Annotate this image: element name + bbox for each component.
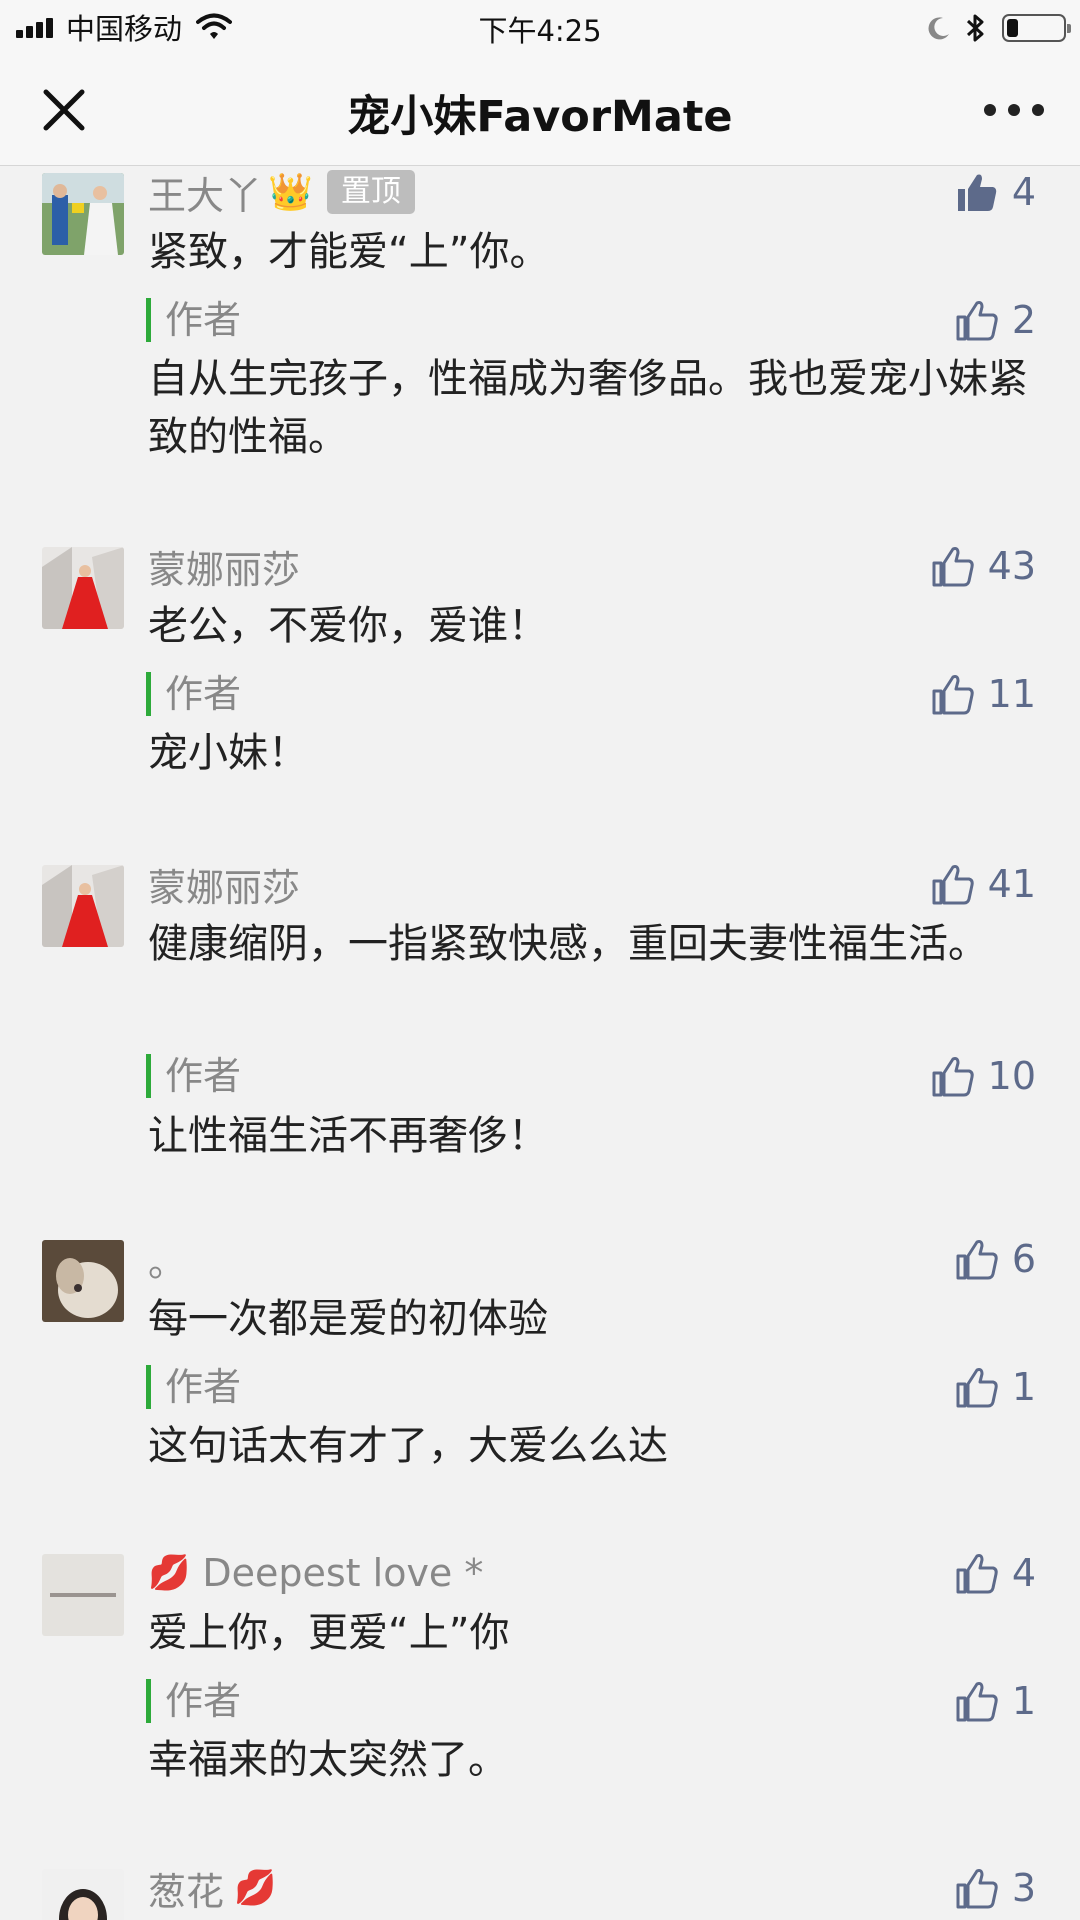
comment-nickname-row: 。 <box>148 1234 187 1285</box>
like-button[interactable]: 4 <box>954 167 1036 217</box>
reply-like-button[interactable]: 1 <box>954 1676 1036 1726</box>
bluetooth-icon <box>966 14 984 42</box>
page-title: 宠小妹FavorMate <box>347 92 733 142</box>
author-reply-label: 作者 <box>146 1365 241 1409</box>
avatar[interactable] <box>42 547 124 629</box>
avatar[interactable] <box>42 1240 124 1322</box>
comment-text: 爱上你，更爱“上”你 <box>148 1610 510 1656</box>
like-button[interactable]: 41 <box>930 859 1036 909</box>
status-right <box>926 10 1071 46</box>
like-button[interactable]: 43 <box>930 541 1036 591</box>
reply-like-count: 1 <box>1011 1679 1036 1723</box>
comment-nickname-row: 💋 Deepest love * <box>148 1548 483 1598</box>
reply-like-count: 1 <box>1011 1365 1036 1409</box>
reply-like-count: 10 <box>987 1054 1036 1098</box>
like-count: 6 <box>1011 1237 1036 1281</box>
moon-icon <box>928 17 949 40</box>
author-reply-label: 作者 <box>146 1679 241 1723</box>
like-count: 4 <box>1011 170 1036 214</box>
like-count: 4 <box>1011 1551 1036 1595</box>
comment-text: 紧致，才能爱“上”你。 <box>148 229 550 275</box>
reply-text: 这句话太有才了，大爱么么达 <box>148 1423 668 1469</box>
reply-like-button[interactable]: 1 <box>954 1362 1036 1412</box>
avatar[interactable] <box>42 865 124 947</box>
comment-nickname: 王大丫 <box>148 173 263 218</box>
nav-bar: 宠小妹FavorMate <box>0 54 1080 166</box>
thumbs-up-icon <box>956 1368 998 1408</box>
reply-text: 幸福来的太突然了。 <box>148 1737 508 1783</box>
thumbs-up-icon <box>956 1240 998 1280</box>
avatar[interactable] <box>42 1554 124 1636</box>
comment-nickname: Deepest love * <box>202 1551 484 1595</box>
reply-like-count: 11 <box>987 672 1036 716</box>
reply-text: 自从生完孩子，性福成为奢侈品。我也爱宠小妹紧致的性福。 <box>148 356 1028 460</box>
reply-like-button[interactable]: 10 <box>930 1051 1036 1101</box>
comment-nickname-row: 葱花 💋 <box>148 1863 288 1914</box>
thumbs-up-filled-icon <box>957 174 997 211</box>
crown-icon: 👑 <box>268 172 313 213</box>
thumbs-up-icon <box>956 1869 998 1909</box>
reply-like-button[interactable]: 2 <box>954 295 1036 345</box>
like-count: 41 <box>987 862 1036 906</box>
thumbs-up-icon <box>932 1057 974 1097</box>
like-button[interactable]: 6 <box>954 1234 1036 1284</box>
avatar[interactable] <box>42 1869 124 1920</box>
thumbs-up-icon <box>956 1554 998 1594</box>
comment-nickname-row: 蒙娜丽莎 <box>148 541 301 592</box>
like-button[interactable]: 3 <box>954 1863 1036 1913</box>
comment-nickname-row: 蒙娜丽莎 <box>148 859 301 910</box>
comment-nickname-row: 王大丫 👑 置顶 <box>148 167 415 218</box>
status-time: 下午4:25 <box>478 14 602 48</box>
comment-nickname: 蒙娜丽莎 <box>148 547 301 592</box>
reply-like-button[interactable]: 11 <box>930 669 1036 719</box>
pinned-badge: 置顶 <box>326 170 415 214</box>
thumbs-up-icon <box>932 547 974 587</box>
like-button[interactable]: 4 <box>954 1548 1036 1598</box>
comment-text: 每一次都是爱的初体验 <box>148 1296 548 1342</box>
like-count: 3 <box>1011 1866 1036 1910</box>
thumbs-up-icon <box>956 301 998 341</box>
author-reply-label: 作者 <box>146 1054 241 1098</box>
more-icon[interactable] <box>984 100 1044 120</box>
avatar[interactable] <box>42 173 124 255</box>
reply-text: 宠小妹！ <box>148 730 308 776</box>
comment-nickname: 蒙娜丽莎 <box>148 865 301 910</box>
thumbs-up-icon <box>932 865 974 905</box>
reply-like-count: 2 <box>1011 298 1036 342</box>
status-bar: 中国移动 下午4:25 <box>0 0 1080 54</box>
like-count: 43 <box>987 544 1036 588</box>
author-reply-label: 作者 <box>146 672 241 716</box>
reply-text: 让性福生活不再奢侈！ <box>148 1113 548 1159</box>
author-reply-label: 作者 <box>146 298 241 342</box>
thumbs-up-icon <box>932 675 974 715</box>
comment-list[interactable]: 王大丫 👑 置顶 4 紧致，才能爱“上”你。 作者 2 自从生完孩子，性福成为奢… <box>0 167 1080 1920</box>
thumbs-up-icon <box>956 1682 998 1722</box>
comment-text: 老公，不爱你，爱谁！ <box>148 603 548 649</box>
battery-icon <box>1002 14 1071 42</box>
comment-nickname: 葱花 <box>148 1869 225 1914</box>
lips-icon: 💋 <box>234 1868 277 1908</box>
comment-text: 健康缩阴，一指紧致快感，重回夫妻性福生活。 <box>148 921 988 967</box>
lips-icon: 💋 <box>148 1553 191 1593</box>
comment-nickname: 。 <box>148 1240 187 1285</box>
